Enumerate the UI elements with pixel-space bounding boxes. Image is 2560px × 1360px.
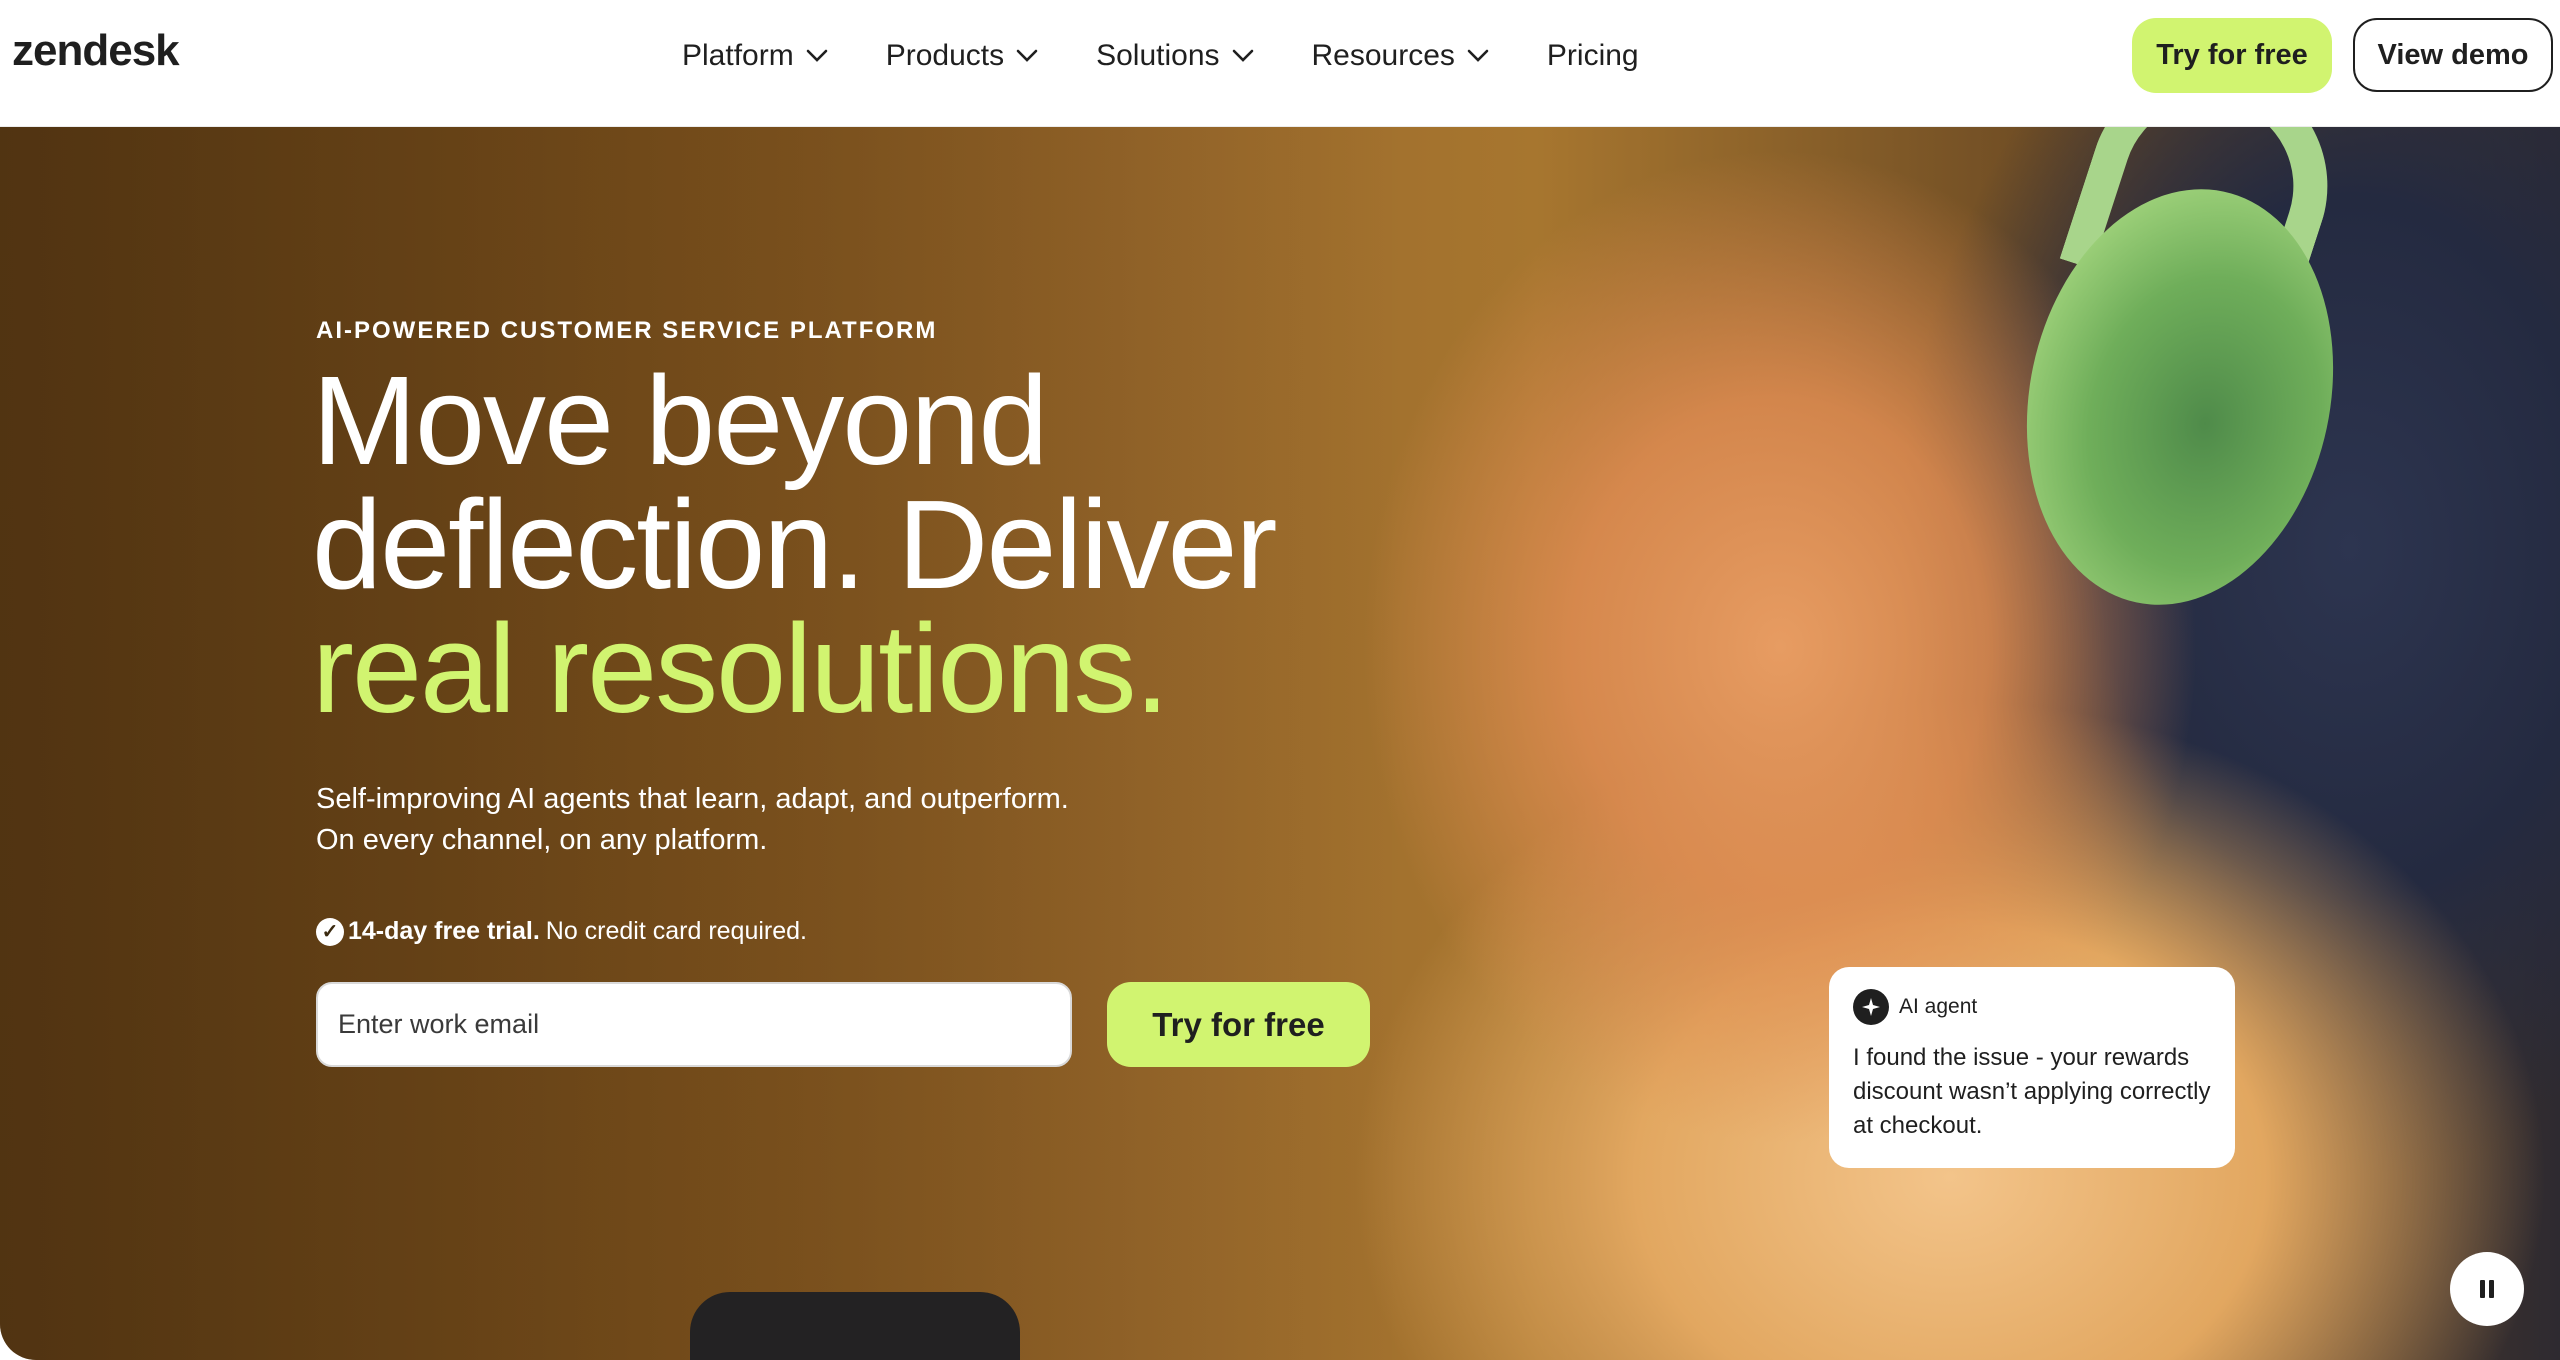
check-circle-icon: ✓ — [316, 917, 344, 946]
ai-card-header: AI agent — [1853, 989, 2211, 1025]
hero-image-overlay — [0, 127, 1400, 1360]
work-email-input[interactable] — [316, 982, 1072, 1067]
hero-section: AI-POWERED CUSTOMER SERVICE PLATFORM Mov… — [0, 127, 2560, 1360]
hero-subtext: Self-improving AI agents that learn, ada… — [316, 779, 1216, 861]
nav-label-resources: Resources — [1311, 39, 1455, 72]
nav-label-platform: Platform — [682, 39, 794, 72]
ai-agent-card: AI agent I found the issue - your reward… — [1829, 967, 2235, 1168]
nav-label-products: Products — [885, 39, 1005, 72]
subtext-line-2: On every channel, on any platform. — [316, 824, 768, 856]
zendesk-logo[interactable]: zendesk — [12, 26, 180, 76]
headline-line-2: deflection. Deliver — [312, 474, 1277, 615]
chevron-down-icon — [1467, 49, 1489, 63]
view-demo-button[interactable]: View demo — [2353, 18, 2553, 92]
subtext-line-1: Self-improving AI agents that learn, ada… — [316, 783, 1069, 815]
ai-card-title: AI agent — [1899, 995, 1978, 1018]
site-header: zendesk Platform Products Solutions Reso… — [0, 0, 2560, 127]
chevron-down-icon — [1016, 49, 1038, 63]
nav-item-products[interactable]: Products — [886, 39, 1038, 73]
headline-line-1: Move beyond — [312, 350, 1049, 491]
chevron-down-icon — [1232, 49, 1254, 63]
try-for-free-button[interactable]: Try for free — [2132, 18, 2332, 93]
main-nav: Platform Products Solutions Resources Pr… — [682, 0, 1697, 112]
hero-headline: Move beyond deflection. Deliver real res… — [312, 350, 1412, 739]
trial-note: ✓ 14-day free trial. No credit card requ… — [316, 917, 807, 946]
trial-rest: No credit card required. — [545, 917, 807, 945]
hero-try-for-free-button[interactable]: Try for free — [1107, 982, 1370, 1067]
nav-label-solutions: Solutions — [1096, 39, 1220, 72]
nav-item-solutions[interactable]: Solutions — [1096, 39, 1253, 73]
hero-image-phone — [690, 1292, 1020, 1360]
nav-item-pricing[interactable]: Pricing — [1547, 39, 1639, 73]
nav-item-platform[interactable]: Platform — [682, 39, 828, 73]
trial-bold: 14-day free trial. — [348, 917, 540, 945]
headline-accent: real resolutions. — [312, 598, 1169, 739]
ai-card-message: I found the issue - your rewards discoun… — [1853, 1044, 2211, 1139]
hero-eyebrow: AI-POWERED CUSTOMER SERVICE PLATFORM — [316, 317, 938, 344]
pause-icon — [2480, 1280, 2485, 1298]
chevron-down-icon — [806, 49, 828, 63]
nav-label-pricing: Pricing — [1546, 39, 1639, 72]
pause-icon-bar — [2489, 1280, 2494, 1298]
ai-agent-icon — [1853, 989, 1889, 1025]
nav-item-resources[interactable]: Resources — [1312, 39, 1489, 73]
pause-video-button[interactable] — [2450, 1252, 2524, 1326]
